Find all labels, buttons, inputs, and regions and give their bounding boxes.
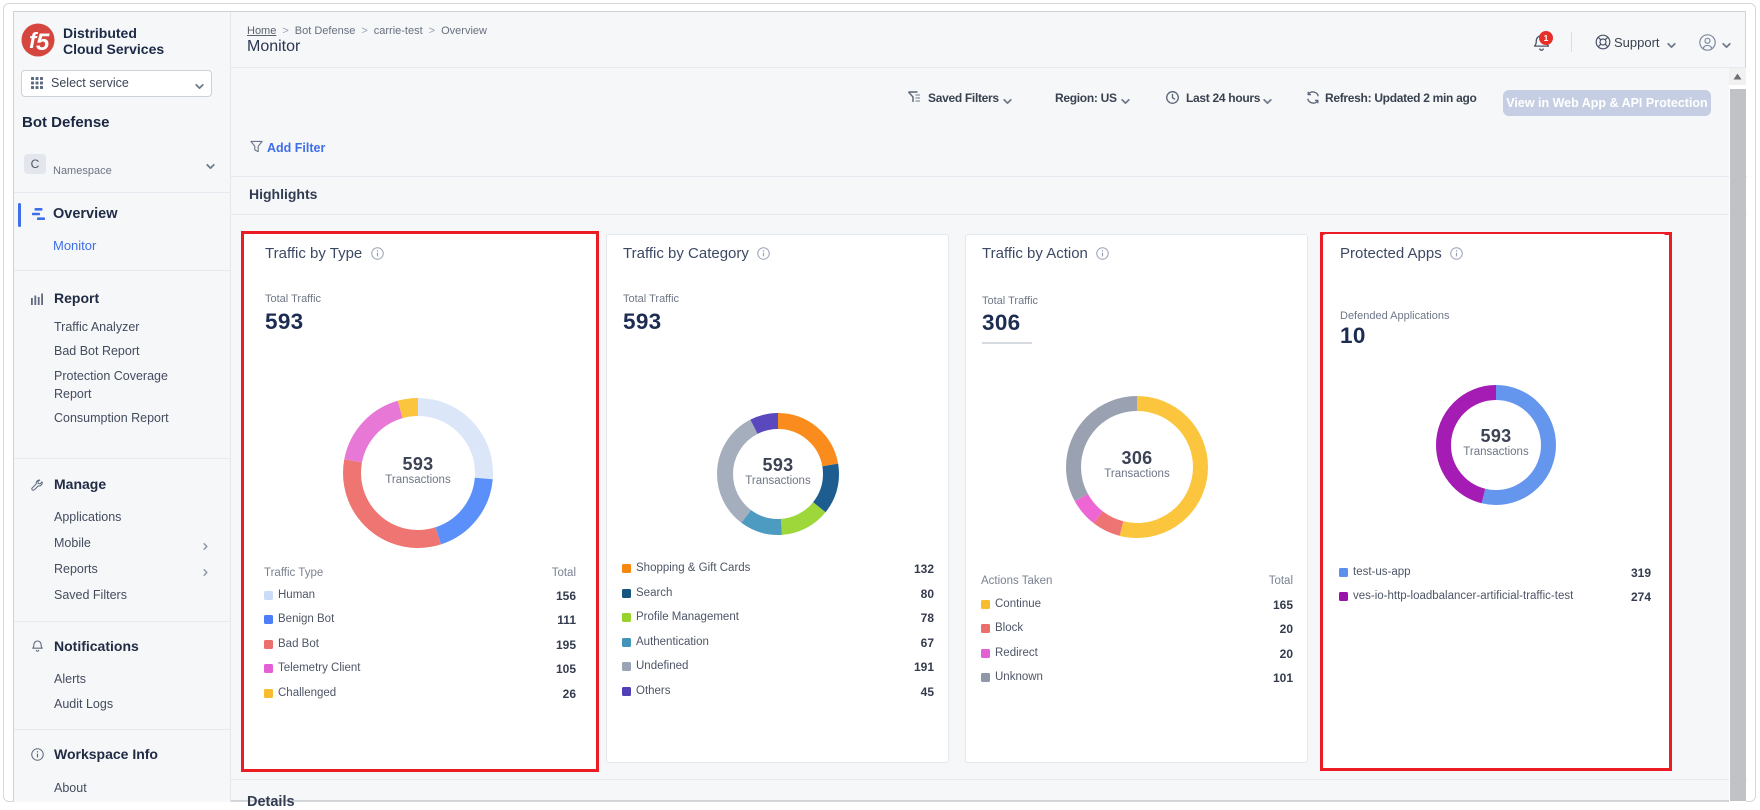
- svg-text:5: 5: [36, 29, 50, 56]
